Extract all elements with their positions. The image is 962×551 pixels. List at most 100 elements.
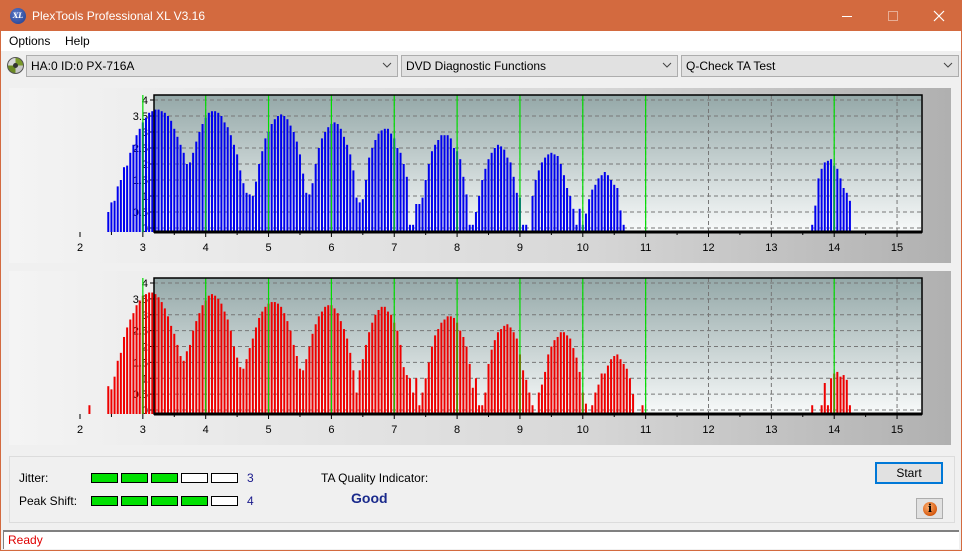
bar — [399, 152, 402, 232]
x-tick-label: 14 — [828, 424, 840, 436]
bar — [320, 138, 323, 232]
bar — [462, 336, 465, 414]
bar — [566, 188, 569, 232]
bar — [537, 170, 540, 232]
bar — [512, 176, 515, 232]
bar — [333, 308, 336, 414]
bar — [364, 344, 367, 414]
bar — [346, 338, 349, 414]
maximize-icon — [888, 11, 898, 21]
bar — [823, 383, 826, 414]
start-button[interactable]: Start — [875, 462, 943, 484]
bar — [298, 368, 301, 414]
bar — [430, 346, 433, 414]
bar — [292, 344, 295, 414]
bar — [160, 111, 163, 232]
x-tick-label: 14 — [828, 242, 840, 254]
bar — [364, 180, 367, 232]
menu-options[interactable]: Options — [9, 34, 50, 48]
bar — [144, 294, 147, 414]
bar — [374, 140, 377, 232]
drive-select[interactable]: HA:0 ID:0 PX-716A — [26, 55, 398, 77]
bar — [509, 162, 512, 232]
peak-shift-label: Peak Shift: — [19, 494, 78, 508]
bar — [166, 116, 169, 232]
close-button[interactable] — [916, 1, 962, 31]
bar — [496, 144, 499, 232]
bar — [122, 167, 125, 232]
bar — [399, 344, 402, 414]
x-tick-label: 7 — [391, 424, 397, 436]
bar — [465, 194, 468, 232]
bar — [201, 305, 204, 414]
jitter-label: Jitter: — [19, 471, 49, 485]
menu-help[interactable]: Help — [65, 34, 90, 48]
x-tick-label: 11 — [640, 424, 651, 436]
info-button[interactable]: i — [916, 498, 943, 519]
bar — [132, 144, 135, 232]
bar — [166, 316, 169, 414]
bar — [295, 356, 298, 414]
bar — [613, 184, 616, 232]
bar — [496, 332, 499, 414]
bar — [826, 160, 829, 232]
bar — [465, 346, 468, 414]
bar — [110, 389, 113, 414]
bar — [622, 363, 625, 414]
bar — [126, 165, 129, 232]
bar — [355, 197, 358, 232]
bar — [298, 154, 301, 232]
top-chart-panel: 00.511.522.533.5423456789101112131415 — [9, 88, 951, 263]
test-select[interactable]: Q-Check TA Test — [681, 55, 959, 77]
bar — [192, 330, 195, 414]
app-logo-icon: XL — [10, 8, 26, 24]
bar — [119, 180, 122, 232]
bar — [402, 367, 405, 414]
meter-segment — [181, 496, 208, 506]
bar — [547, 154, 550, 232]
bar — [848, 200, 851, 232]
maximize-button[interactable] — [870, 1, 916, 31]
bar — [449, 138, 452, 232]
ta-quality-value: Good — [351, 490, 388, 506]
bar — [594, 184, 597, 232]
bar — [610, 359, 613, 414]
bar — [311, 333, 314, 414]
bar — [151, 292, 154, 414]
bar — [292, 132, 295, 232]
minimize-button[interactable] — [824, 1, 870, 31]
bar — [537, 392, 540, 414]
x-tick-label: 2 — [77, 424, 83, 436]
bar — [556, 156, 559, 232]
bar — [390, 133, 393, 232]
bar — [509, 327, 512, 414]
bar — [210, 111, 213, 232]
bar — [600, 373, 603, 414]
title-bar[interactable]: XL PlexTools Professional XL V3.16 — [1, 1, 961, 31]
bar — [572, 348, 575, 414]
bar — [245, 192, 248, 232]
bar — [478, 196, 481, 232]
window-title: PlexTools Professional XL V3.16 — [32, 9, 205, 23]
bar — [289, 330, 292, 414]
bar — [616, 354, 619, 414]
bar — [239, 367, 242, 414]
bar — [374, 314, 377, 414]
bar — [562, 332, 565, 414]
meter-segment — [121, 496, 148, 506]
peak-shift-meter — [91, 496, 238, 506]
bar — [836, 371, 839, 414]
meter-segment — [151, 473, 178, 483]
bar — [242, 368, 245, 414]
bar — [500, 146, 503, 232]
function-select[interactable]: DVD Diagnostic Functions — [401, 55, 678, 77]
bar — [185, 351, 188, 414]
bar — [547, 354, 550, 414]
status-text: Ready — [8, 533, 43, 547]
bar — [280, 306, 283, 414]
chevron-down-icon — [382, 62, 392, 68]
x-tick-label: 5 — [265, 242, 271, 254]
bar — [424, 180, 427, 232]
bar — [619, 210, 622, 232]
bar — [443, 319, 446, 414]
